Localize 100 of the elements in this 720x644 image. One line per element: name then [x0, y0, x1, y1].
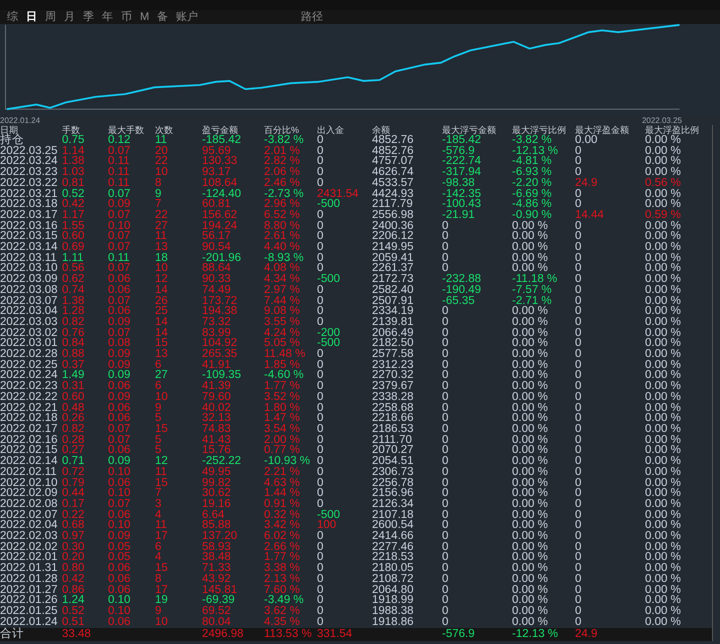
table-cell-text: 0.00 % — [645, 466, 682, 478]
table-cell-text: 6 — [155, 381, 162, 392]
period-tab[interactable]: 周 — [44, 11, 57, 23]
table-cell-text: 11 — [155, 231, 167, 242]
table-cell-text: 25 — [155, 306, 169, 317]
table-cell-text: 0.00 % — [512, 584, 549, 596]
table-cell-text: 0.06 — [108, 563, 132, 574]
table-cell-text: 0 — [575, 392, 582, 403]
table-cell-text: -2.73 % — [264, 188, 305, 200]
table-cell-text: 5.05 % — [264, 338, 300, 350]
table-cell-text: 0 — [317, 231, 324, 242]
table-cell-text: 3.62 % — [264, 606, 301, 617]
table-cell-text: 0 — [575, 252, 582, 264]
table-cell-text: -2.71 % — [512, 296, 553, 306]
table-cell-text: 0.06 — [108, 616, 132, 628]
table-cell-text: 0.00 % — [645, 252, 682, 264]
period-tab[interactable]: 月 — [63, 11, 76, 23]
table-cell-text: 4 — [155, 552, 162, 564]
table-cell-text: 0.51 — [62, 616, 86, 628]
table-cell-text: 0.07 — [108, 424, 132, 435]
table-cell-text: 2270.32 — [372, 370, 415, 382]
table-cell-text: 0.00 % — [645, 456, 682, 467]
table-cell-text: 0 — [575, 338, 582, 350]
table-cell-text: 0.00 % — [645, 231, 682, 242]
table-cell-text: 0 — [442, 520, 450, 532]
table-cell-text: -0.90 % — [512, 210, 553, 221]
table-cell-text: 0 — [317, 488, 324, 499]
table-cell-text: 0 — [317, 210, 324, 221]
table-cell-text: 0 — [575, 146, 582, 156]
table-cell-text: 1.14 — [62, 146, 86, 156]
table-cell-text: -252.22 — [202, 456, 242, 467]
table-cell-text: 113.53 % — [264, 629, 313, 640]
table-cell-text: 0 — [442, 349, 450, 360]
table-cell-text: 2.06 % — [264, 167, 301, 178]
table-cell-text: 2556.98 — [372, 210, 415, 221]
table-cell-text: 1918.99 — [372, 595, 415, 606]
table-cell-text: 0.06 — [108, 574, 132, 585]
period-tab[interactable]: 季 — [82, 11, 95, 23]
table-cell-text: 0 — [442, 456, 450, 467]
table-cell-text: -124.40 — [202, 188, 242, 200]
table-cell-text: 0 — [317, 392, 324, 403]
table-cell-text: 0.00 % — [512, 520, 549, 532]
table-cell-text: 0.06 — [108, 510, 132, 520]
table-cell-text: 12 — [155, 274, 169, 285]
table-cell-text: 0.00 % — [645, 199, 682, 210]
table-cell-text: 9 — [155, 188, 162, 200]
table-cell-text: 0.00 % — [645, 584, 682, 596]
table-cell-text: 2256.78 — [372, 478, 415, 488]
table-cell-text: 0 — [317, 552, 324, 564]
table-cell-text: 2022.02.15 — [0, 445, 59, 456]
table-cell-text: 0.10 — [108, 595, 132, 606]
table-cell-text: 0.11 — [108, 156, 131, 168]
table-cell-text: 4757.07 — [372, 156, 415, 168]
table-cell-text: 0.00 % — [645, 135, 682, 146]
table-cell-text: 0.00 % — [645, 274, 682, 285]
table-cell-text: 2.61 % — [264, 231, 301, 242]
period-tab[interactable]: 综 — [6, 11, 19, 23]
table-cell-text: 0 — [317, 413, 324, 424]
table-cell-text: 4.34 % — [264, 274, 301, 285]
period-tab[interactable]: 币 — [120, 11, 133, 23]
table-cell-text: 7.60 % — [264, 584, 300, 596]
table-cell-text: 0.00 % — [512, 498, 549, 510]
table-cell-text: 0.22 — [62, 510, 86, 520]
table-cell-text: 2496.98 — [202, 629, 245, 640]
period-tab[interactable]: 年 — [101, 11, 114, 23]
table-cell-text: 2022.03.03 — [0, 316, 59, 328]
period-tab[interactable]: M — [139, 11, 150, 23]
table-cell-text: 0.00 % — [645, 349, 682, 360]
table-cell-text: 0 — [575, 563, 582, 574]
table-cell-text: 0.20 — [62, 552, 86, 564]
table-cell-text: 0 — [575, 199, 582, 210]
table-cell-text: 0.09 — [108, 370, 132, 382]
period-tab[interactable]: 日 — [25, 11, 38, 23]
period-tab[interactable]: 备 — [156, 11, 170, 23]
table-cell-text: 0.52 — [62, 606, 86, 617]
table-cell-text: -11.18 % — [512, 274, 558, 285]
table-cell-text: 持仓 — [0, 135, 25, 146]
table-cell-text: 0.00 % — [645, 167, 682, 178]
table-cell-text: 0.00 % — [512, 424, 549, 435]
table-cell-text: 0.00 % — [645, 434, 682, 446]
table-cell-text: 0.00 % — [512, 574, 549, 585]
table-cell-text: 0 — [442, 360, 450, 370]
table-cell-text: 2338.28 — [372, 392, 415, 403]
table-cell-text: 0 — [575, 498, 582, 510]
table-cell-text: 10 — [155, 616, 169, 628]
table-cell-text: 2507.91 — [372, 296, 415, 306]
table-cell-text: 0 — [575, 595, 582, 606]
period-tab[interactable]: 账户 — [175, 11, 200, 23]
table-cell-text: 24.9 — [575, 178, 598, 189]
table-cell-text: 0.00 % — [645, 381, 682, 392]
table-cell-text: 0 — [575, 424, 582, 435]
table-cell-text: 9 — [155, 402, 162, 414]
table-cell-text: 2126.34 — [372, 498, 415, 510]
table-cell-text: 0.09 — [108, 349, 132, 360]
table-cell-text: -3.82 % — [264, 135, 305, 146]
table-cell-text: -185.42 — [202, 135, 242, 146]
table-cell-text: 0 — [317, 242, 324, 253]
table-cell-text: -500 — [317, 199, 342, 210]
table-cell-text: 0 — [575, 263, 582, 274]
table-cell-text: 74.83 — [202, 424, 232, 435]
